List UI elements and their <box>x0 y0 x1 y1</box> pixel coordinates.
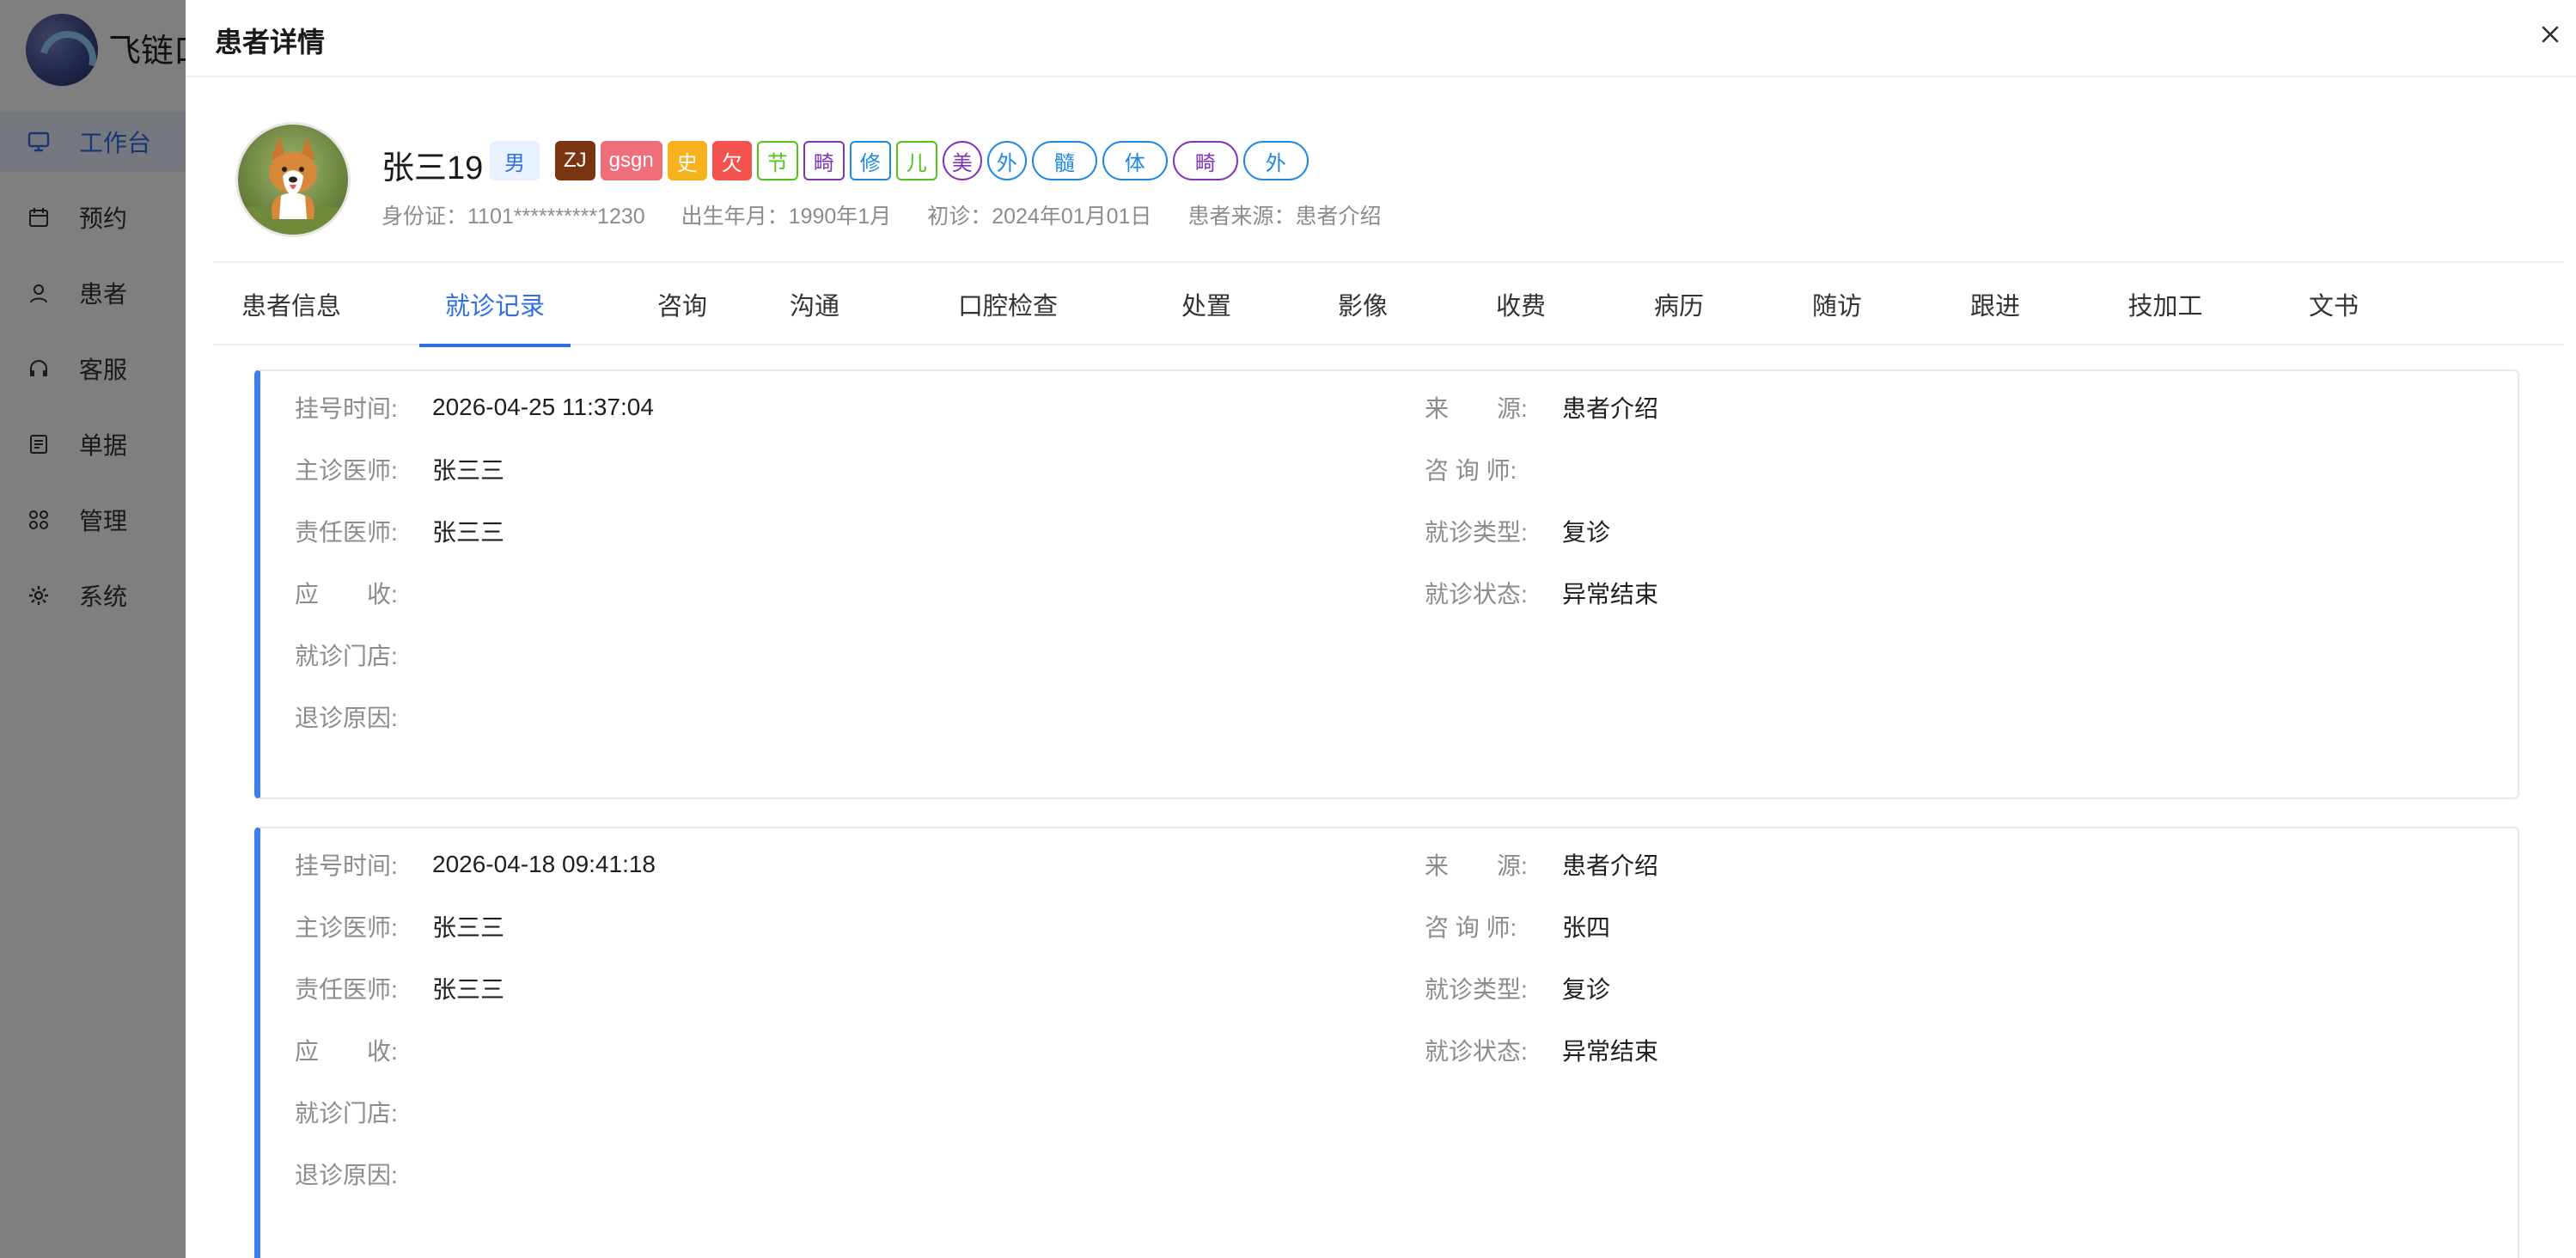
visit-field-consultant: 咨 询 师: <box>1425 452 1562 486</box>
visit-field-primary-doctor: 主诊医师: 张三三 <box>295 452 504 486</box>
visit-field-source: 来 源: 患者介绍 <box>1425 847 1658 882</box>
patient-detail-drawer: 患者详情 张三19 男 ZJ gsgn 史 欠 节 畸 修 儿 美 外 髓 体 … <box>186 0 2576 1258</box>
visit-field-responsible-doctor: 责任医师: 张三三 <box>295 971 504 1005</box>
visit-field-withdraw-reason: 退诊原因: <box>295 699 432 734</box>
patient-name: 张三19 <box>382 150 484 186</box>
patient-meta: 身份证：1101**********1230 出生年月：1990年1月 初诊：2… <box>382 199 1381 230</box>
visit-field-consultant: 咨 询 师: 张四 <box>1425 909 1610 944</box>
tab-billing[interactable]: 收费 <box>1493 263 1548 345</box>
patient-tag: ZJ <box>555 141 595 180</box>
field-label: 咨 询 师: <box>1425 457 1517 484</box>
visit-field-register-time: 挂号时间: 2026-04-25 11:37:04 <box>295 390 654 424</box>
close-icon <box>2541 25 2560 48</box>
field-label: 退诊原因: <box>295 1162 398 1188</box>
tab-documents[interactable]: 文书 <box>2306 263 2361 345</box>
close-button[interactable] <box>2533 19 2567 53</box>
patient-tag: 外 <box>986 141 1027 180</box>
visit-field-clinic: 就诊门店: <box>295 1095 432 1129</box>
patient-tag: 史 <box>667 141 707 180</box>
tab-follow-up[interactable]: 跟进 <box>1968 263 2023 345</box>
patient-source-text: 患者来源：患者介绍 <box>1187 205 1382 229</box>
drawer-title: 患者详情 <box>215 27 326 58</box>
field-value: 2026-04-18 09:41:18 <box>432 851 656 877</box>
visit-field-primary-doctor: 主诊医师: 张三三 <box>295 909 504 944</box>
patient-tag: 畸 <box>1172 141 1238 180</box>
tab-medical-record[interactable]: 病历 <box>1651 263 1706 345</box>
tab-visit-records[interactable]: 就诊记录 <box>419 263 571 347</box>
field-label: 就诊状态: <box>1425 1038 1528 1065</box>
visit-field-register-time: 挂号时间: 2026-04-18 09:41:18 <box>295 847 656 882</box>
visit-field-visit-status: 就诊状态: 异常结束 <box>1425 576 1658 610</box>
field-label: 咨 询 师: <box>1425 914 1517 941</box>
patient-tag: 畸 <box>803 141 845 180</box>
field-value: 患者介绍 <box>1562 852 1659 879</box>
first-visit-text: 初诊：2024年01月01日 <box>927 205 1152 229</box>
gender-tag: 男 <box>490 141 540 180</box>
patient-tag: 美 <box>942 141 982 180</box>
visit-record-card: 挂号时间: 2026-04-18 09:41:18 主诊医师: 张三三 责任医师… <box>254 827 2519 1258</box>
tab-lab-work[interactable]: 技加工 <box>2126 263 2205 345</box>
field-value: 患者介绍 <box>1562 395 1659 422</box>
visit-field-source: 来 源: 患者介绍 <box>1425 390 1658 424</box>
field-label: 主诊医师: <box>295 914 398 941</box>
patient-tag: 儿 <box>895 141 937 180</box>
field-value: 张三三 <box>432 457 505 484</box>
visit-field-clinic: 就诊门店: <box>295 638 432 672</box>
field-label: 挂号时间: <box>295 395 398 422</box>
field-label: 就诊状态: <box>1425 581 1528 608</box>
patient-avatar <box>235 122 351 237</box>
tab-communication[interactable]: 沟通 <box>787 263 842 345</box>
field-label: 就诊类型: <box>1425 519 1528 546</box>
id-card-text: 身份证：1101**********1230 <box>382 205 645 229</box>
tab-consult[interactable]: 咨询 <box>655 263 710 345</box>
patient-tag: 体 <box>1102 141 1168 180</box>
field-label: 主诊医师: <box>295 457 398 484</box>
field-value: 张四 <box>1562 914 1611 941</box>
visit-field-visit-type: 就诊类型: 复诊 <box>1425 514 1610 548</box>
field-label: 责任医师: <box>295 976 398 1003</box>
patient-tags: 男 ZJ gsgn 史 欠 节 畸 修 儿 美 外 髓 体 畸 外 <box>490 139 1309 182</box>
visit-field-withdraw-reason: 退诊原因: <box>295 1157 432 1191</box>
field-value: 张三三 <box>432 976 505 1003</box>
visit-field-responsible-doctor: 责任医师: 张三三 <box>295 514 504 548</box>
field-value: 张三三 <box>432 914 505 941</box>
tab-oral-exam[interactable]: 口腔检查 <box>955 263 1060 345</box>
tab-treatment[interactable]: 处置 <box>1179 263 1234 345</box>
birth-text: 出生年月：1990年1月 <box>681 205 892 229</box>
field-label: 来 源: <box>1425 852 1528 879</box>
field-value: 张三三 <box>432 519 505 546</box>
drawer-header: 患者详情 <box>186 0 2576 77</box>
field-label: 就诊类型: <box>1425 976 1528 1003</box>
visit-field-visit-status: 就诊状态: 异常结束 <box>1425 1033 1658 1067</box>
field-label: 就诊门店: <box>295 643 398 669</box>
field-label: 退诊原因: <box>295 705 398 731</box>
field-label: 就诊门店: <box>295 1100 398 1127</box>
tab-imaging[interactable]: 影像 <box>1335 263 1390 345</box>
visit-field-visit-type: 就诊类型: 复诊 <box>1425 971 1610 1005</box>
field-value: 复诊 <box>1562 976 1611 1003</box>
field-value: 异常结束 <box>1562 581 1659 608</box>
patient-tag: 修 <box>849 141 891 180</box>
field-label: 责任医师: <box>295 519 398 546</box>
field-value: 异常结束 <box>1562 1038 1659 1065</box>
tab-follow-up-visit[interactable]: 随访 <box>1810 263 1865 345</box>
patient-tag: gsgn <box>600 141 662 180</box>
patient-tag: 欠 <box>711 141 752 180</box>
patient-tag: 节 <box>756 141 798 180</box>
tab-bar: 患者信息 就诊记录 咨询 沟通 口腔检查 处置 影像 收费 病历 随访 跟进 技… <box>213 261 2564 347</box>
field-value: 2026-04-25 11:37:04 <box>432 394 654 420</box>
visit-field-receivable: 应 收: <box>295 1033 432 1067</box>
visit-record-card: 挂号时间: 2026-04-25 11:37:04 主诊医师: 张三三 责任医师… <box>254 369 2519 799</box>
tab-patient-info[interactable]: 患者信息 <box>239 263 344 345</box>
field-label: 应 收: <box>295 581 398 608</box>
field-value: 复诊 <box>1562 519 1611 546</box>
visit-field-receivable: 应 收: <box>295 576 432 610</box>
field-label: 应 收: <box>295 1038 398 1065</box>
field-label: 来 源: <box>1425 395 1528 422</box>
patient-tag: 髓 <box>1031 141 1097 180</box>
patient-tag: 外 <box>1242 141 1309 180</box>
field-label: 挂号时间: <box>295 852 398 879</box>
